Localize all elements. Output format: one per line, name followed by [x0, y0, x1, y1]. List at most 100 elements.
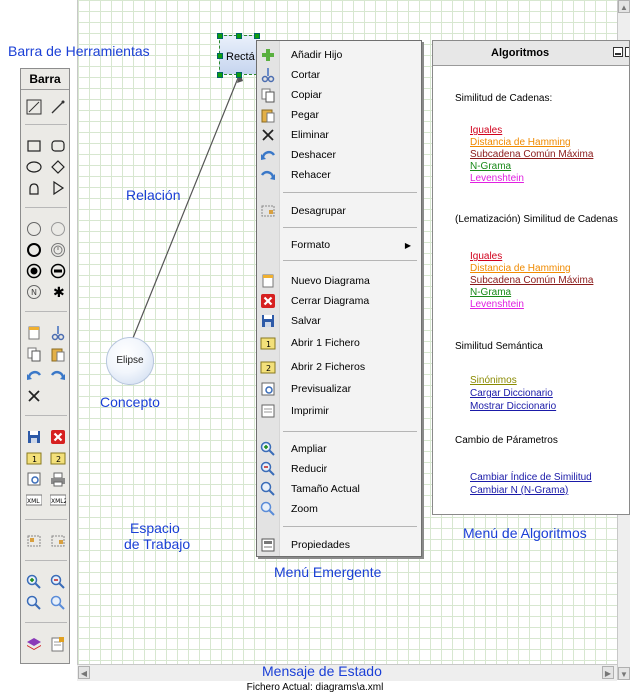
menu-item-open-2[interactable]: 2 Abrir 2 Ficheros: [257, 357, 421, 377]
menu-item-delete[interactable]: Eliminar: [257, 125, 421, 145]
menu-item-properties[interactable]: Propiedades: [257, 535, 421, 555]
link-subcadena[interactable]: Subcadena Común Máxima: [470, 275, 593, 286]
preview-icon[interactable]: [25, 470, 43, 488]
export-xml-icon[interactable]: XML: [25, 491, 43, 509]
link-cargar-diccionario[interactable]: Cargar Diccionario: [470, 388, 553, 399]
open-2-icon[interactable]: 2: [49, 449, 67, 467]
menu-item-format[interactable]: Formato ▶: [257, 235, 421, 255]
menu-item-close-diagram[interactable]: Cerrar Diagrama: [257, 291, 421, 311]
close-diagram-icon[interactable]: [49, 428, 67, 446]
menu-item-print[interactable]: Imprimir: [257, 401, 421, 421]
link-hamming[interactable]: Distancia de Hamming: [470, 263, 571, 274]
circle-tool-icon[interactable]: [25, 220, 43, 238]
circle-light-tool-icon[interactable]: [49, 220, 67, 238]
status-bar: Fichero Actual: diagrams\a.xml: [246, 682, 384, 693]
zoom-out-icon[interactable]: [49, 573, 67, 591]
ellipse-tool-icon[interactable]: [25, 158, 43, 176]
minus-circle-tool-icon[interactable]: [49, 262, 67, 280]
ellipse-node[interactable]: Elipse: [106, 337, 154, 385]
asterisk-tool-icon[interactable]: ✱: [49, 283, 67, 301]
menu-item-add-child[interactable]: Añadir Hijo: [257, 45, 421, 65]
properties-icon: [257, 535, 279, 555]
delete-icon[interactable]: [25, 387, 43, 405]
group-icon[interactable]: [25, 532, 43, 550]
rectangle-node[interactable]: Rectá: [219, 35, 257, 75]
n-circle-tool-icon[interactable]: N: [25, 283, 43, 301]
section-heading: Similitud de Cadenas:: [455, 93, 553, 104]
minimize-icon[interactable]: [613, 47, 623, 57]
annotation-workspace-2: de Trabajo: [124, 536, 191, 552]
link-cambiar-n[interactable]: Cambiar N (N-Grama): [470, 485, 568, 496]
triangle-tool-icon[interactable]: [49, 179, 67, 197]
link-iguales[interactable]: Iguales: [470, 125, 502, 136]
menu-item-cut[interactable]: Cortar: [257, 65, 421, 85]
layers-icon[interactable]: [25, 635, 43, 653]
filled-circle-tool-icon[interactable]: [25, 262, 43, 280]
bold-circle-tool-icon[interactable]: [25, 241, 43, 259]
undo-icon: [257, 145, 279, 165]
menu-item-copy[interactable]: Copiar: [257, 85, 421, 105]
section-heading: Similitud Semántica: [455, 341, 543, 352]
new-icon[interactable]: [25, 324, 43, 342]
new-diagram-icon: [257, 271, 279, 291]
link-ngrama[interactable]: N-Grama: [470, 161, 511, 172]
resize-handle[interactable]: [236, 33, 242, 39]
rectangle-node-label: Rectá: [226, 51, 255, 63]
menu-item-new-diagram[interactable]: Nuevo Diagrama: [257, 271, 421, 291]
menu-item-actual-size[interactable]: Tamaño Actual: [257, 479, 421, 499]
menu-item-paste[interactable]: Pegar: [257, 105, 421, 125]
link-sinonimos[interactable]: Sinónimos: [470, 375, 517, 386]
zoom-in-icon[interactable]: [25, 573, 43, 591]
redo-icon[interactable]: [49, 366, 67, 384]
link-levenshtein[interactable]: Levenshtein: [470, 299, 524, 310]
resize-handle[interactable]: [217, 33, 223, 39]
algorithms-title-bar: Algoritmos: [433, 41, 629, 66]
resize-handle[interactable]: [236, 72, 242, 78]
cloud-tool-icon[interactable]: [25, 179, 43, 197]
actual-size-icon[interactable]: [25, 594, 43, 612]
redo-icon: [257, 165, 279, 185]
svg-text:2: 2: [266, 364, 271, 373]
menu-item-zoom[interactable]: Zoom: [257, 499, 421, 519]
export-xml2-icon[interactable]: XML2: [49, 491, 67, 509]
svg-text:1: 1: [266, 340, 271, 349]
menu-item-zoom-out[interactable]: Reducir: [257, 459, 421, 479]
save-icon[interactable]: [25, 428, 43, 446]
line-tool-icon[interactable]: [49, 98, 67, 116]
ungroup-icon[interactable]: [49, 532, 67, 550]
zoom-out-icon: [257, 459, 279, 479]
link-ngrama[interactable]: N-Grama: [470, 287, 511, 298]
menu-item-preview[interactable]: Previsualizar: [257, 379, 421, 399]
rectangle-tool-icon[interactable]: [25, 137, 43, 155]
add-child-icon: [257, 45, 279, 65]
link-levenshtein[interactable]: Levenshtein: [470, 173, 524, 184]
timer-circle-tool-icon[interactable]: [49, 241, 67, 259]
link-iguales[interactable]: Iguales: [470, 251, 502, 262]
close-icon[interactable]: [625, 47, 629, 57]
link-mostrar-diccionario[interactable]: Mostrar Diccionario: [470, 401, 556, 412]
context-menu: Añadir Hijo Cortar Copiar Pegar Eliminar…: [256, 40, 422, 557]
menu-item-ungroup[interactable]: Desagrupar: [257, 201, 421, 221]
menu-item-zoom-in[interactable]: Ampliar: [257, 439, 421, 459]
menu-item-open-1[interactable]: 1 Abrir 1 Fichero: [257, 333, 421, 353]
diamond-tool-icon[interactable]: [49, 158, 67, 176]
copy-icon[interactable]: [25, 345, 43, 363]
menu-item-save[interactable]: Salvar: [257, 311, 421, 331]
link-cambiar-indice[interactable]: Cambiar Índice de Similitud: [470, 472, 592, 483]
link-subcadena[interactable]: Subcadena Común Máxima: [470, 149, 593, 160]
properties-icon[interactable]: [49, 635, 67, 653]
link-hamming[interactable]: Distancia de Hamming: [470, 137, 571, 148]
cut-icon[interactable]: [49, 324, 67, 342]
open-1-icon[interactable]: 1: [25, 449, 43, 467]
resize-handle[interactable]: [217, 72, 223, 78]
menu-item-undo[interactable]: Deshacer: [257, 145, 421, 165]
undo-icon[interactable]: [25, 366, 43, 384]
rounded-rect-tool-icon[interactable]: [49, 137, 67, 155]
resize-handle[interactable]: [254, 33, 260, 39]
zoom-icon[interactable]: [49, 594, 67, 612]
menu-item-redo[interactable]: Rehacer: [257, 165, 421, 185]
paste-icon[interactable]: [49, 345, 67, 363]
print-icon[interactable]: [49, 470, 67, 488]
relation-tool-icon[interactable]: [25, 98, 43, 116]
resize-handle[interactable]: [217, 53, 223, 59]
